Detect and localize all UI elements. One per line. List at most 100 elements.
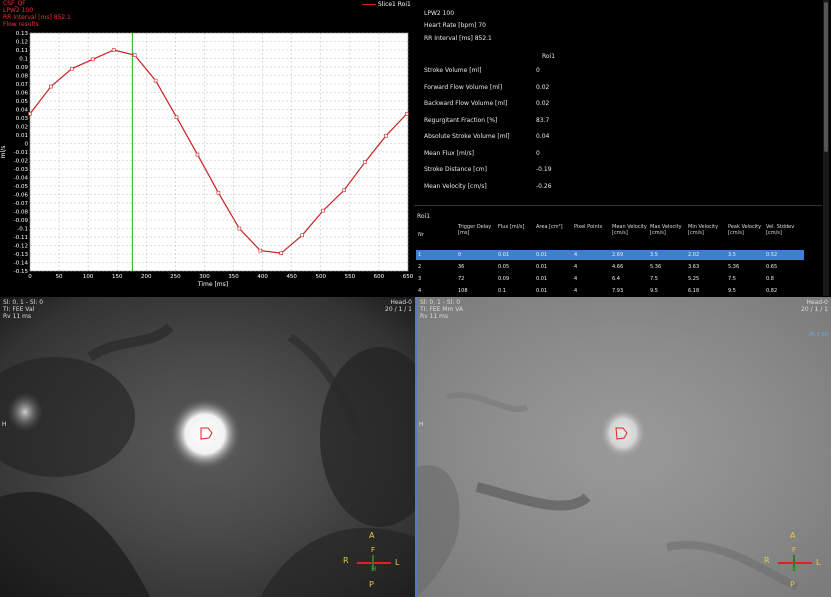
table-column-header[interactable]: Mean Velocity [cm/s] [612, 224, 650, 236]
table-column-header[interactable]: Pixel Points [574, 224, 612, 230]
y-tick-label: -0.02 [14, 159, 28, 165]
table-cell: 0.05 [498, 264, 510, 270]
table-cell: 0.01 [498, 252, 510, 258]
y-tick-label: -0.04 [14, 176, 29, 182]
orient-left: L [395, 558, 400, 567]
result-value: 0 [536, 67, 540, 74]
orientation-cube: A F R L H P [761, 531, 821, 591]
table-cell: 0.01 [536, 276, 548, 282]
result-value: -0.19 [536, 166, 552, 173]
phase-tag: Ph 1 80 [809, 332, 828, 338]
table-cell: 3 [418, 276, 422, 282]
table-cell: 108 [458, 288, 468, 294]
y-tick-label: 0.1 [19, 57, 28, 63]
x-tick-label: 550 [345, 274, 356, 280]
x-tick-label: 500 [316, 274, 327, 280]
table-column-header[interactable]: Flux [ml/s] [498, 224, 536, 230]
data-point [91, 57, 95, 62]
orient-head: H [371, 565, 377, 573]
table-cell: 0.52 [766, 252, 778, 258]
separator [414, 205, 822, 206]
table-cell: 5.25 [688, 276, 700, 282]
slice-info: Sl: 0, 1 - Sl: 0 [420, 299, 461, 306]
x-tick-label: 0 [28, 274, 32, 280]
y-tick-label: 0.13 [16, 31, 29, 37]
y-tick-label: 0.07 [16, 82, 29, 88]
orient-foot: F [792, 546, 797, 554]
coil-info: Head-0 [390, 299, 412, 306]
orient-anterior: A [790, 531, 796, 540]
table-cell: 4.66 [612, 264, 624, 270]
x-tick-label: 200 [141, 274, 152, 280]
table-column-header[interactable]: Trigger Delay [ms] [458, 224, 496, 236]
y-tick-label: -0.09 [14, 218, 29, 224]
phase-image-viewer[interactable]: Sl: 0, 1 - Sl: 0 TI: FEE Mm VA Rv 11 ms … [417, 297, 831, 597]
table-cell: 9.5 [650, 288, 658, 294]
y-tick-label: -0.11 [14, 235, 28, 241]
data-point [237, 226, 242, 231]
image-index: 20 / 1 / 1 [385, 306, 412, 313]
table-cell: 72 [458, 276, 465, 282]
table-cell: 7.5 [728, 276, 736, 282]
y-tick-label: -0.13 [14, 252, 29, 258]
x-tick-label: 400 [257, 274, 268, 280]
table-cell: 2.02 [688, 252, 700, 258]
orient-axis-rl [778, 562, 812, 564]
table-row[interactable]: 3 72 0.09 0.01 4 6.4 7.5 5.25 7.5 0.8 [416, 274, 804, 284]
table-column-header[interactable]: Nr [418, 232, 456, 238]
orient-axis-rl [357, 562, 391, 564]
y-tick-label: 0.03 [16, 116, 29, 122]
y-tick-label: -0.08 [14, 210, 29, 216]
y-tick-label: -0.15 [14, 269, 29, 275]
table-cell: 3.5 [650, 252, 658, 258]
flow-chart[interactable]: 0.13 0.12 0.11 0.1 0.09 0.08 0.07 0.06 0.05 0.04 0… [0, 0, 414, 296]
table-cell: 0.01 [536, 264, 548, 270]
result-label: Stroke Distance [cm] [424, 166, 487, 173]
y-tick-label: -0.06 [14, 193, 29, 199]
table-cell: 0.1 [498, 288, 506, 294]
side-marker: H [2, 421, 7, 428]
data-point [258, 248, 263, 253]
data-point [342, 188, 346, 193]
table-column-header[interactable]: Min Velocity [cm/s] [688, 224, 726, 236]
scrollbar-thumb[interactable] [824, 2, 828, 152]
table-column-header[interactable]: Peak Velocity [cm/s] [728, 224, 766, 236]
data-point [153, 78, 158, 83]
table-cell: 4 [574, 252, 578, 258]
table-row[interactable]: 2 36 0.05 0.01 4 4.66 5.36 3.63 5.36 0.65 [416, 262, 804, 272]
y-tick-label: 0.06 [16, 91, 29, 97]
x-tick-label: 150 [112, 274, 123, 280]
data-point [363, 160, 367, 164]
result-label: Absolute Stroke Volume [ml] [424, 133, 510, 140]
table-row[interactable]: 4 108 0.1 0.01 4 7.93 9.5 6.18 9.5 0.82 [416, 286, 804, 296]
data-point [279, 251, 284, 255]
y-tick-label: -0.05 [14, 184, 29, 190]
orient-anterior: A [369, 531, 375, 540]
rr-interval: RR Interval [ms] 852.1 [424, 35, 492, 42]
image-index: 20 / 1 / 1 [801, 306, 828, 313]
table-cell: 4 [574, 264, 578, 270]
result-value: -0.26 [536, 182, 552, 190]
result-label: Forward Flow Volume [ml] [424, 83, 503, 91]
table-column-header[interactable]: Vel. Stddev [cm/s] [766, 224, 804, 236]
table-cell: 6.18 [688, 288, 700, 294]
y-tick-label: 0.12 [16, 40, 28, 46]
table-cell: 4 [574, 288, 578, 294]
x-axis-label: Time [ms] [197, 281, 228, 288]
table-column-header[interactable]: Max Velocity [cm/s] [650, 224, 688, 236]
table-row[interactable]: 1 0 0.01 0.01 4 2.69 3.5 2.02 3.5 0.52 [416, 250, 804, 260]
table-cell: 5.36 [728, 264, 740, 270]
orient-posterior: P [369, 580, 374, 589]
magnitude-image-viewer[interactable]: Sl: 0, 1 - Sl: 0 TI: FEE Val Rv 11 ms He… [0, 297, 415, 597]
orient-foot: F [371, 546, 376, 554]
table-scrollbar[interactable] [823, 0, 829, 296]
y-axis-label: ml/s [0, 146, 7, 159]
y-tick-label: -0.1 [17, 227, 28, 233]
table-cell: 0.01 [536, 288, 548, 294]
y-tick-label: 0 [25, 142, 29, 148]
table-title: Roi1 [417, 213, 431, 220]
table-column-header[interactable]: Area [cm²] [536, 224, 574, 230]
orientation-cube: A F R L H P [340, 531, 400, 591]
table-cell: 3.5 [728, 252, 736, 258]
data-point [132, 53, 137, 57]
